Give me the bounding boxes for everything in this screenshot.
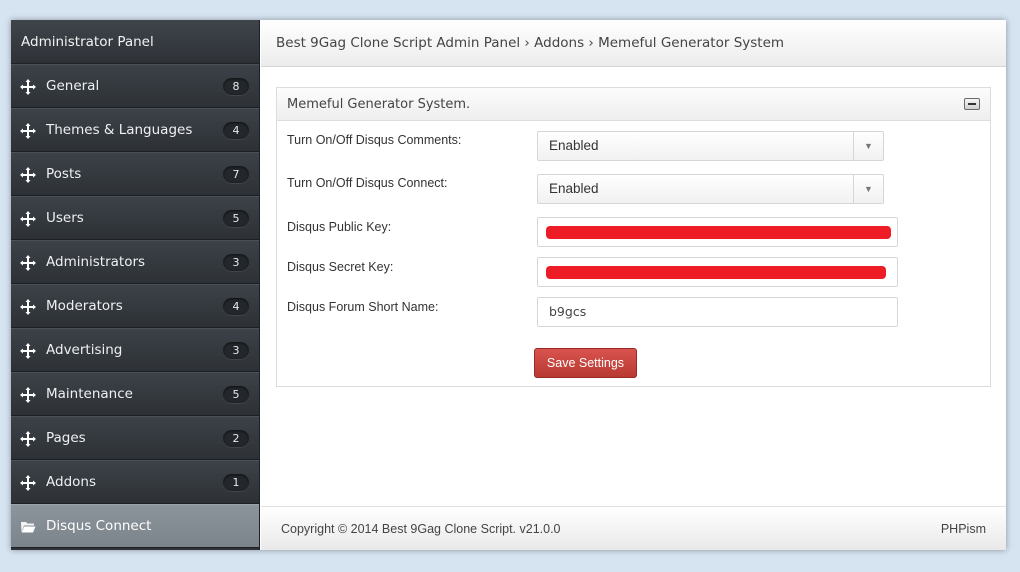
chevron-down-icon: ▼ xyxy=(853,175,883,203)
count-badge: 8 xyxy=(223,78,249,95)
sidebar-item-maintenance[interactable]: Maintenance 5 xyxy=(11,372,259,416)
public-key-input[interactable] xyxy=(537,217,898,247)
breadcrumb: Best 9Gag Clone Script Admin Panel › Add… xyxy=(261,20,1006,67)
sidebar-item-label: Pages xyxy=(46,430,86,446)
move-arrows-icon xyxy=(20,299,36,315)
main-content: Best 9Gag Clone Script Admin Panel › Add… xyxy=(261,20,1006,550)
move-arrows-icon xyxy=(20,211,36,227)
move-arrows-icon xyxy=(20,79,36,95)
sidebar-item-moderators[interactable]: Moderators 4 xyxy=(11,284,259,328)
count-badge: 1 xyxy=(223,474,249,491)
secret-key-label: Disqus Secret Key: xyxy=(287,260,394,274)
count-badge: 7 xyxy=(223,166,249,183)
sidebar-item-advertising[interactable]: Advertising 3 xyxy=(11,328,259,372)
move-arrows-icon xyxy=(20,255,36,271)
settings-panel: Memeful Generator System. Turn On/Off Di… xyxy=(276,87,991,387)
disqus-comments-select[interactable]: Enabled ▼ xyxy=(537,131,884,161)
sidebar-item-administrators[interactable]: Administrators 3 xyxy=(11,240,259,284)
short-name-input[interactable]: b9gcs xyxy=(537,297,898,327)
count-badge: 4 xyxy=(223,298,249,315)
move-arrows-icon xyxy=(20,475,36,491)
sidebar-item-pages[interactable]: Pages 2 xyxy=(11,416,259,460)
move-arrows-icon xyxy=(20,343,36,359)
redaction-mark xyxy=(546,266,886,279)
count-badge: 5 xyxy=(223,210,249,227)
count-badge: 5 xyxy=(223,386,249,403)
count-badge: 4 xyxy=(223,122,249,139)
disqus-connect-value: Enabled xyxy=(549,181,599,196)
sidebar-item-label: Users xyxy=(46,210,84,226)
sidebar-item-label: Maintenance xyxy=(46,386,133,402)
public-key-label: Disqus Public Key: xyxy=(287,220,392,234)
footer: Copyright © 2014 Best 9Gag Clone Script.… xyxy=(261,506,1006,550)
disqus-connect-select[interactable]: Enabled ▼ xyxy=(537,174,884,204)
move-arrows-icon xyxy=(20,123,36,139)
disqus-comments-value: Enabled xyxy=(549,138,599,153)
folder-open-icon xyxy=(21,522,36,533)
short-name-label: Disqus Forum Short Name: xyxy=(287,300,439,314)
save-settings-button[interactable]: Save Settings xyxy=(534,348,637,378)
copyright-text: Copyright © 2014 Best 9Gag Clone Script.… xyxy=(281,522,561,536)
sidebar-item-general[interactable]: General 8 xyxy=(11,64,259,108)
sidebar-item-disqus-connect[interactable]: Disqus Connect xyxy=(11,504,259,548)
sidebar-item-label: Posts xyxy=(46,166,82,182)
sidebar-item-label: Themes & Languages xyxy=(46,122,193,138)
secret-key-input[interactable] xyxy=(537,257,898,287)
sidebar-title: Administrator Panel xyxy=(11,20,259,64)
sidebar-item-label: General xyxy=(46,78,100,94)
count-badge: 3 xyxy=(223,342,249,359)
redaction-mark xyxy=(546,226,891,239)
sidebar-item-label: Disqus Connect xyxy=(46,518,152,534)
count-badge: 2 xyxy=(223,430,249,447)
sidebar: Administrator Panel General 8 Themes & Lan… xyxy=(11,20,260,550)
sidebar-item-users[interactable]: Users 5 xyxy=(11,196,259,240)
collapse-icon[interactable] xyxy=(964,98,980,110)
sidebar-item-addons[interactable]: Addons 1 xyxy=(11,460,259,504)
brand-link[interactable]: PHPism xyxy=(941,522,986,536)
short-name-value: b9gcs xyxy=(549,304,587,319)
sidebar-item-posts[interactable]: Posts 7 xyxy=(11,152,259,196)
sidebar-item-label: Addons xyxy=(46,474,96,490)
disqus-comments-label: Turn On/Off Disqus Comments: xyxy=(287,133,462,147)
admin-window: Administrator Panel General 8 Themes & Lan… xyxy=(11,20,1006,550)
sidebar-item-label: Moderators xyxy=(46,298,123,314)
disqus-connect-label: Turn On/Off Disqus Connect: xyxy=(287,176,448,190)
move-arrows-icon xyxy=(20,431,36,447)
count-badge: 3 xyxy=(223,254,249,271)
move-arrows-icon xyxy=(20,167,36,183)
move-arrows-icon xyxy=(20,387,36,403)
chevron-down-icon: ▼ xyxy=(853,132,883,160)
panel-header: Memeful Generator System. xyxy=(277,88,990,121)
sidebar-item-label: Administrators xyxy=(46,254,146,270)
sidebar-item-label: Advertising xyxy=(46,342,123,358)
panel-title: Memeful Generator System. xyxy=(287,97,471,112)
sidebar-item-themes-languages[interactable]: Themes & Languages 4 xyxy=(11,108,259,152)
